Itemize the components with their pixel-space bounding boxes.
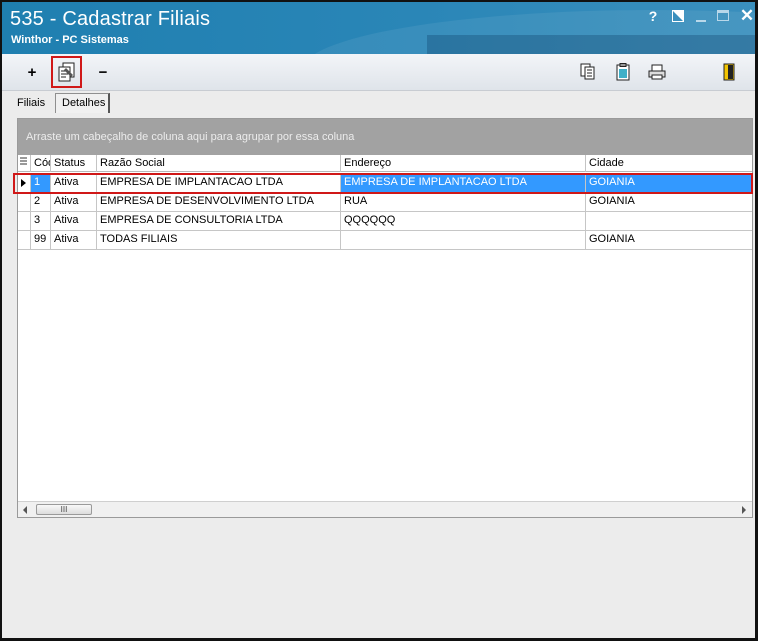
cell-endereco[interactable]: EMPRESA DE IMPLANTACAO LTDA	[340, 174, 585, 192]
scroll-left-icon[interactable]	[23, 506, 27, 514]
minimize-button[interactable]	[693, 8, 709, 24]
application-window: 535 - Cadastrar Filiais Winthor - PC Sis…	[0, 0, 758, 641]
cell-status[interactable]: Ativa	[50, 193, 96, 211]
cell-endereco[interactable]: RUA	[340, 193, 585, 211]
add-icon: +	[27, 63, 37, 81]
close-button[interactable]: ✕	[739, 7, 755, 24]
exit-door-icon	[723, 63, 735, 81]
column-header-status[interactable]: Status	[50, 155, 96, 172]
copy-button[interactable]	[576, 60, 602, 84]
copy-icon	[580, 63, 595, 80]
column-header-razao-social[interactable]: Razão Social	[96, 155, 340, 172]
minimize-icon	[696, 20, 706, 22]
cell-razao-social[interactable]: EMPRESA DE IMPLANTACAO LTDA	[96, 174, 340, 192]
cell-codigo[interactable]: 3	[30, 212, 50, 230]
grid-header: Código Status Razão Social Endereço Cida…	[18, 155, 752, 172]
cell-endereco[interactable]	[340, 231, 585, 249]
cell-codigo[interactable]: 99	[30, 231, 50, 249]
print-button[interactable]	[644, 60, 670, 84]
window-subtitle: Winthor - PC Sistemas	[11, 34, 129, 46]
scroll-thumb[interactable]: III	[36, 504, 92, 515]
clipboard-button[interactable]	[610, 60, 636, 84]
cell-cidade[interactable]: GOIANIA	[585, 193, 752, 211]
current-row-arrow-icon	[21, 179, 26, 187]
cell-status[interactable]: Ativa	[50, 174, 96, 192]
row-indicator	[18, 212, 30, 230]
tab-detalhes[interactable]: Detalhes	[55, 93, 110, 113]
exit-button[interactable]	[716, 60, 742, 84]
cell-razao-social[interactable]: TODAS FILIAIS	[96, 231, 340, 249]
cell-cidade[interactable]	[585, 212, 752, 230]
restore-button[interactable]	[670, 8, 686, 24]
add-button[interactable]: +	[19, 60, 45, 84]
group-by-panel[interactable]: Arraste um cabeçalho de coluna aqui para…	[18, 119, 752, 155]
edit-button[interactable]	[51, 56, 82, 88]
remove-button[interactable]: −	[90, 60, 116, 84]
resize-icon	[672, 10, 684, 22]
cell-cidade[interactable]: GOIANIA	[585, 231, 752, 249]
cell-status[interactable]: Ativa	[50, 212, 96, 230]
column-chooser-icon[interactable]	[18, 155, 30, 172]
cell-codigo[interactable]: 1	[30, 174, 50, 192]
row-indicator	[18, 231, 30, 249]
column-header-endereco[interactable]: Endereço	[340, 155, 585, 172]
cell-razao-social[interactable]: EMPRESA DE DESENVOLVIMENTO LTDA	[96, 193, 340, 211]
tab-filiais[interactable]: Filiais	[10, 93, 55, 114]
cell-endereco[interactable]: QQQQQQ	[340, 212, 585, 230]
toolbar: + −	[2, 54, 755, 91]
row-indicator	[18, 193, 30, 211]
maximize-button[interactable]	[715, 8, 731, 24]
cell-razao-social[interactable]: EMPRESA DE CONSULTORIA LTDA	[96, 212, 340, 230]
help-button[interactable]: ?	[645, 8, 661, 24]
edit-document-icon	[58, 62, 74, 82]
table-row[interactable]: 1 Ativa EMPRESA DE IMPLANTACAO LTDA EMPR…	[18, 174, 752, 193]
window-title: 535 - Cadastrar Filiais	[10, 8, 211, 30]
horizontal-scrollbar[interactable]: III	[18, 501, 752, 517]
maximize-icon	[717, 10, 729, 21]
title-band	[427, 35, 755, 54]
filiais-grid: Arraste um cabeçalho de coluna aqui para…	[17, 118, 753, 518]
cell-status[interactable]: Ativa	[50, 231, 96, 249]
clipboard-icon	[616, 63, 630, 81]
column-header-cidade[interactable]: Cidade	[585, 155, 752, 172]
scroll-right-icon[interactable]	[742, 506, 746, 514]
remove-icon: −	[98, 63, 108, 81]
cell-codigo[interactable]: 2	[30, 193, 50, 211]
table-row[interactable]: 99 Ativa TODAS FILIAIS GOIANIA	[18, 231, 752, 250]
row-indicator	[18, 174, 30, 192]
cell-cidade[interactable]: GOIANIA	[585, 174, 752, 192]
table-row[interactable]: 3 Ativa EMPRESA DE CONSULTORIA LTDA QQQQ…	[18, 212, 752, 231]
table-row[interactable]: 2 Ativa EMPRESA DE DESENVOLVIMENTO LTDA …	[18, 193, 752, 212]
title-bar: 535 - Cadastrar Filiais Winthor - PC Sis…	[2, 2, 755, 54]
column-header-codigo[interactable]: Código	[30, 155, 50, 172]
printer-icon	[648, 64, 666, 80]
